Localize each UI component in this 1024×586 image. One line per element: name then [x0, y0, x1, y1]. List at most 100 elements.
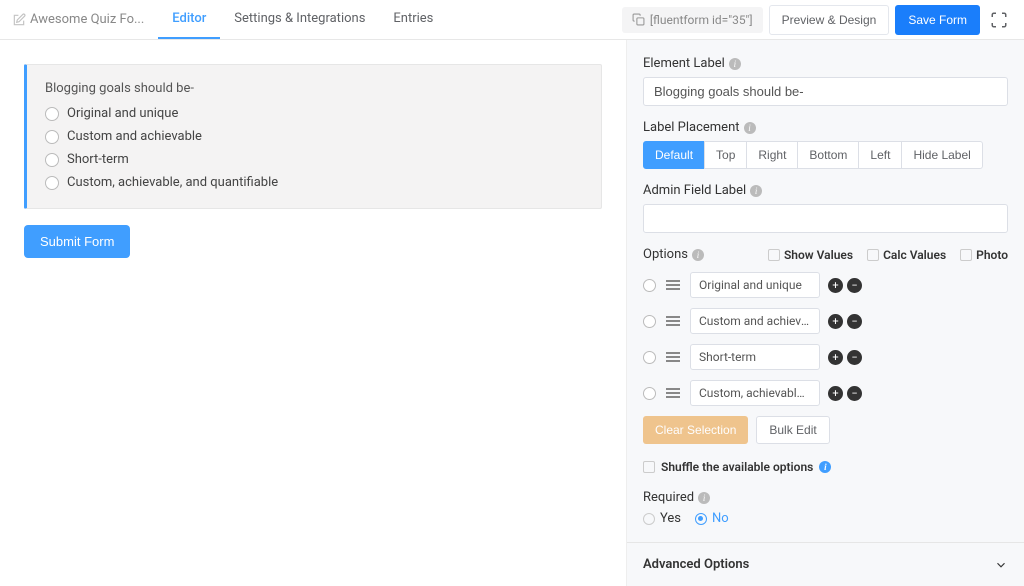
admin-field-label-input[interactable] — [643, 204, 1008, 233]
clear-selection-button[interactable]: Clear Selection — [643, 416, 748, 444]
remove-option-button[interactable]: − — [847, 386, 862, 401]
add-option-button[interactable]: + — [828, 386, 843, 401]
options-label-text: Options — [643, 247, 688, 262]
drag-handle-icon[interactable] — [664, 280, 682, 290]
option-radio[interactable] — [643, 351, 656, 364]
radio-label: Custom and achievable — [67, 129, 202, 144]
shortcode-text: [fluentform id="35"] — [650, 13, 753, 27]
header-left: Awesome Quiz Fo... Editor Settings & Int… — [12, 0, 447, 39]
option-text-input[interactable]: Short-term — [690, 344, 820, 370]
option-actions: + − — [828, 350, 862, 365]
option-text-input[interactable]: Original and unique — [690, 272, 820, 298]
info-icon[interactable]: i — [698, 492, 710, 504]
tab-settings[interactable]: Settings & Integrations — [220, 0, 379, 39]
checkbox-icon — [960, 249, 972, 261]
photo-check[interactable]: Photo — [960, 248, 1008, 262]
placement-top[interactable]: Top — [704, 141, 747, 169]
advanced-options-label: Advanced Options — [643, 557, 749, 572]
info-icon[interactable]: i — [692, 249, 704, 261]
radio-option[interactable]: Custom and achievable — [45, 129, 583, 144]
required-yes[interactable]: Yes — [643, 511, 681, 526]
advanced-options-toggle[interactable]: Advanced Options — [627, 542, 1024, 586]
option-row: Short-term + − — [643, 344, 1008, 370]
info-icon[interactable]: i — [729, 58, 741, 70]
submit-form-button[interactable]: Submit Form — [24, 225, 130, 258]
preview-design-button[interactable]: Preview & Design — [769, 5, 890, 35]
radio-icon — [45, 176, 59, 190]
element-label-group: Element Label i — [643, 56, 1008, 106]
radio-option[interactable]: Original and unique — [45, 106, 583, 121]
radio-label: Original and unique — [67, 106, 178, 121]
option-row: Custom and achievable + − — [643, 308, 1008, 334]
drag-handle-icon[interactable] — [664, 316, 682, 326]
form-field-card[interactable]: Blogging goals should be- Original and u… — [24, 64, 602, 209]
admin-field-label-group: Admin Field Label i — [643, 183, 1008, 233]
options-title: Options i — [643, 247, 704, 262]
radio-option[interactable]: Custom, achievable, and quantifiable — [45, 175, 583, 190]
info-icon[interactable]: i — [744, 122, 756, 134]
info-icon[interactable]: i — [819, 461, 831, 473]
required-no-label: No — [712, 511, 729, 526]
option-text-input[interactable]: Custom, achievable, and quantifiable — [690, 380, 820, 406]
checkbox-icon — [867, 249, 879, 261]
option-radio[interactable] — [643, 279, 656, 292]
radio-option[interactable]: Short-term — [45, 152, 583, 167]
fullscreen-button[interactable] — [986, 7, 1012, 33]
tab-editor[interactable]: Editor — [158, 0, 220, 39]
tab-entries[interactable]: Entries — [379, 0, 447, 39]
photo-label: Photo — [976, 248, 1008, 262]
required-yes-label: Yes — [660, 511, 681, 526]
label-placement-group: Label Placement i Default Top Right Bott… — [643, 120, 1008, 169]
add-option-button[interactable]: + — [828, 350, 843, 365]
radio-option-list: Original and unique Custom and achievabl… — [45, 106, 583, 190]
top-header: Awesome Quiz Fo... Editor Settings & Int… — [0, 0, 1024, 40]
drag-handle-icon[interactable] — [664, 352, 682, 362]
edit-icon — [12, 13, 26, 27]
form-name[interactable]: Awesome Quiz Fo... — [12, 12, 154, 27]
radio-label: Short-term — [67, 152, 129, 167]
option-actions: + − — [828, 386, 862, 401]
required-no[interactable]: No — [695, 511, 729, 526]
add-option-button[interactable]: + — [828, 314, 843, 329]
option-radio[interactable] — [643, 315, 656, 328]
bulk-edit-button[interactable]: Bulk Edit — [756, 416, 829, 444]
save-form-button[interactable]: Save Form — [895, 5, 980, 35]
label-placement-buttons: Default Top Right Bottom Left Hide Label — [643, 141, 1008, 169]
show-values-check[interactable]: Show Values — [768, 248, 853, 262]
placement-right[interactable]: Right — [746, 141, 798, 169]
placement-hide[interactable]: Hide Label — [901, 141, 982, 169]
placement-bottom[interactable]: Bottom — [797, 141, 859, 169]
shortcode-display[interactable]: [fluentform id="35"] — [622, 7, 763, 33]
radio-icon — [695, 513, 707, 525]
calc-values-check[interactable]: Calc Values — [867, 248, 946, 262]
options-group: Options i Show Values Calc Values Photo … — [643, 247, 1008, 474]
chevron-down-icon — [994, 558, 1008, 572]
option-text-input[interactable]: Custom and achievable — [690, 308, 820, 334]
radio-icon — [45, 153, 59, 167]
remove-option-button[interactable]: − — [847, 350, 862, 365]
header-tabs: Editor Settings & Integrations Entries — [158, 0, 447, 39]
main-content: Blogging goals should be- Original and u… — [0, 40, 1024, 586]
info-icon[interactable]: i — [750, 185, 762, 197]
element-label-input[interactable] — [643, 77, 1008, 106]
option-actions: + − — [828, 314, 862, 329]
label-placement-text: Label Placement — [643, 120, 740, 135]
options-header: Options i Show Values Calc Values Photo — [643, 247, 1008, 262]
option-row: Original and unique + − — [643, 272, 1008, 298]
required-group: Required i Yes No — [643, 490, 1008, 526]
shuffle-options-row[interactable]: Shuffle the available options i — [643, 460, 1008, 474]
remove-option-button[interactable]: − — [847, 278, 862, 293]
required-radio-row: Yes No — [643, 511, 1008, 526]
placement-left[interactable]: Left — [858, 141, 902, 169]
radio-icon — [45, 107, 59, 121]
option-radio[interactable] — [643, 387, 656, 400]
remove-option-button[interactable]: − — [847, 314, 862, 329]
label-placement-title: Label Placement i — [643, 120, 1008, 135]
checkbox-icon — [768, 249, 780, 261]
add-option-button[interactable]: + — [828, 278, 843, 293]
options-action-row: Clear Selection Bulk Edit — [643, 416, 1008, 444]
show-values-label: Show Values — [784, 248, 853, 262]
drag-handle-icon[interactable] — [664, 388, 682, 398]
placement-default[interactable]: Default — [643, 141, 705, 169]
shuffle-label: Shuffle the available options — [661, 460, 813, 474]
